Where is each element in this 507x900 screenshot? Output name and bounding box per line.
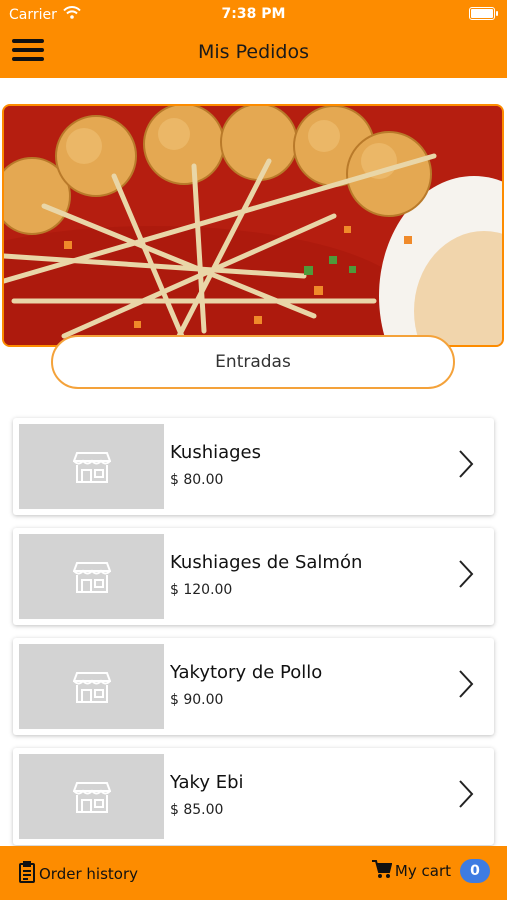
bottom-bar: Order history My cart 0	[0, 846, 507, 900]
product-price: $ 90.00	[170, 692, 224, 708]
page-title: Mis Pedidos	[197, 41, 309, 63]
battery-icon	[469, 7, 498, 20]
category-hero-image	[2, 104, 504, 347]
product-item[interactable]: Kushiages $ 80.00	[13, 418, 494, 515]
status-time: 7:38 PM	[221, 6, 286, 22]
category-label: Entradas	[51, 335, 455, 389]
store-icon	[19, 754, 164, 839]
my-cart-button[interactable]: My cart 0	[371, 859, 490, 883]
product-name: Yakytory de Pollo	[170, 662, 323, 683]
order-history-button[interactable]: Order history	[18, 861, 138, 887]
product-name: Kushiages de Salmón	[170, 552, 363, 573]
order-history-label: Order history	[39, 865, 138, 883]
clipboard-icon	[18, 861, 36, 887]
chevron-right-icon[interactable]	[458, 449, 474, 483]
store-icon	[19, 534, 164, 619]
status-bar: Carrier 7:38 PM	[0, 0, 507, 28]
product-name: Yaky Ebi	[170, 772, 244, 793]
chevron-right-icon[interactable]	[458, 669, 474, 703]
chevron-right-icon[interactable]	[458, 779, 474, 813]
product-name: Kushiages	[170, 442, 262, 463]
my-cart-label: My cart	[394, 862, 451, 880]
product-price: $ 85.00	[170, 802, 224, 818]
product-price: $ 80.00	[170, 472, 224, 488]
store-icon	[19, 424, 164, 509]
product-item[interactable]: Kushiages de Salmón $ 120.00	[13, 528, 494, 625]
product-price: $ 120.00	[170, 582, 233, 598]
product-list: Kushiages $ 80.00 Kushiages de Salmón $ …	[13, 418, 494, 858]
cart-icon	[371, 859, 393, 883]
store-icon	[19, 644, 164, 729]
nav-bar: Mis Pedidos	[0, 28, 507, 78]
product-item[interactable]: Yaky Ebi $ 85.00	[13, 748, 494, 845]
product-item[interactable]: Yakytory de Pollo $ 90.00	[13, 638, 494, 735]
chevron-right-icon[interactable]	[458, 559, 474, 593]
cart-count-badge: 0	[460, 859, 490, 883]
